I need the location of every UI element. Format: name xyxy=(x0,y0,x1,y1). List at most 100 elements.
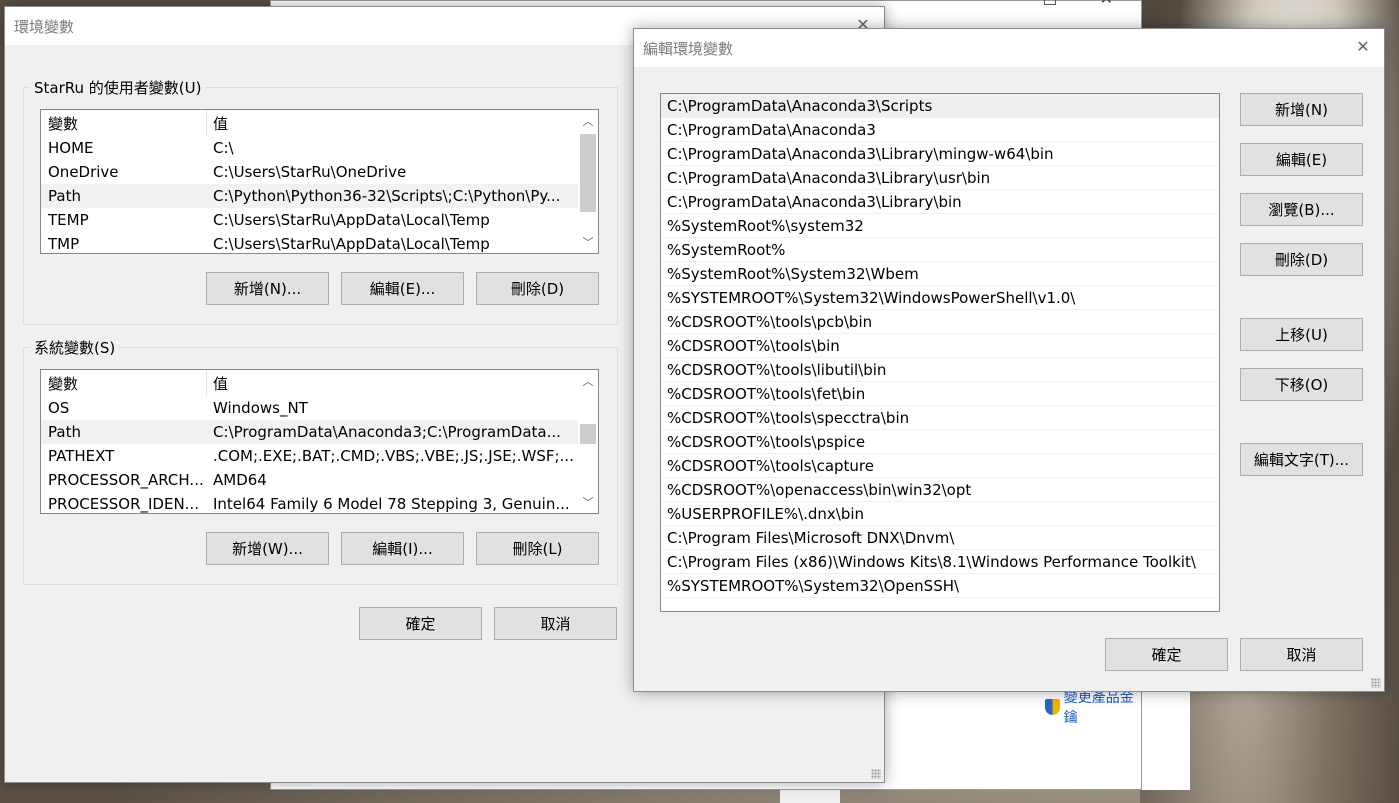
ok-button[interactable]: 確定 xyxy=(1105,638,1228,671)
path-list-item[interactable]: %SystemRoot% xyxy=(661,238,1219,262)
scroll-thumb[interactable] xyxy=(580,134,596,212)
move-down-button[interactable]: 下移(O) xyxy=(1240,368,1363,401)
list-item[interactable]: OS Windows_NT xyxy=(41,396,598,420)
path-list-item[interactable]: %CDSROOT%\tools\pcb\bin xyxy=(661,310,1219,334)
resize-grip-icon[interactable] xyxy=(1371,678,1381,688)
path-list-item[interactable]: C:\ProgramData\Anaconda3\Library\bin xyxy=(661,190,1219,214)
path-list[interactable]: C:\ProgramData\Anaconda3\Scripts C:\Progr… xyxy=(660,93,1220,612)
variable-value: C:\Users\StarRu\AppData\Local\Temp xyxy=(213,211,490,229)
variable-name: OS xyxy=(48,399,70,417)
variable-name: TMP xyxy=(48,235,80,253)
dialog-title-text: 編輯環境變數 xyxy=(643,39,734,58)
variable-value: C:\Python\Python36-32\Scripts\;C:\Python… xyxy=(213,187,561,205)
path-list-item[interactable]: %CDSROOT%\tools\pspice xyxy=(661,430,1219,454)
path-list-item[interactable]: %SystemRoot%\System32\Wbem xyxy=(661,262,1219,286)
path-list-item[interactable]: C:\Program Files (x86)\Windows Kits\8.1\… xyxy=(661,550,1219,574)
list-item[interactable]: Path C:\Python\Python36-32\Scripts\;C:\P… xyxy=(41,184,598,208)
list-item[interactable]: Path C:\ProgramData\Anaconda3;C:\Program… xyxy=(41,420,598,444)
path-list-item[interactable]: %CDSROOT%\tools\fet\bin xyxy=(661,382,1219,406)
variable-name: PROCESSOR_IDEN... xyxy=(48,495,199,513)
variable-value: Windows_NT xyxy=(213,399,308,417)
scroll-thumb[interactable] xyxy=(580,424,596,444)
variable-value: C:\Users\StarRu\AppData\Local\Temp xyxy=(213,235,490,253)
cancel-button[interactable]: 取消 xyxy=(1240,638,1363,671)
variable-name: PATHEXT xyxy=(48,447,115,465)
taskbar-fragment xyxy=(780,790,840,803)
column-header-value[interactable]: 值 xyxy=(207,110,598,136)
path-list-item[interactable]: %CDSROOT%\tools\bin xyxy=(661,334,1219,358)
list-item[interactable]: OneDrive C:\Users\StarRu\OneDrive xyxy=(41,160,598,184)
system-delete-button[interactable]: 刪除(L) xyxy=(476,532,599,565)
path-list-item[interactable]: C:\ProgramData\Anaconda3\Scripts xyxy=(661,94,1219,118)
maximize-icon[interactable] xyxy=(1044,0,1056,5)
path-list-item[interactable]: %CDSROOT%\tools\capture xyxy=(661,454,1219,478)
new-path-button[interactable]: 新增(N) xyxy=(1240,93,1363,126)
list-item[interactable]: PATHEXT .COM;.EXE;.BAT;.CMD;.VBS;.VBE;.J… xyxy=(41,444,598,468)
browse-button[interactable]: 瀏覽(B)... xyxy=(1240,193,1363,226)
move-up-button[interactable]: 上移(U) xyxy=(1240,318,1363,351)
path-list-item[interactable]: %SYSTEMROOT%\System32\OpenSSH\ xyxy=(661,574,1219,598)
change-product-key-link[interactable]: 變更產品金鑰 xyxy=(1045,687,1141,727)
background-window-edge xyxy=(1142,690,1190,790)
close-icon[interactable]: ✕ xyxy=(1100,0,1113,8)
vertical-scrollbar[interactable]: ︿ ﹀ xyxy=(578,110,598,253)
scroll-down-icon[interactable]: ﹀ xyxy=(578,491,598,513)
edit-text-button[interactable]: 編輯文字(T)... xyxy=(1240,443,1363,476)
variable-name: Path xyxy=(48,423,81,441)
ok-button[interactable]: 確定 xyxy=(359,607,482,640)
list-header: 變數 值 xyxy=(41,110,598,136)
list-item[interactable]: PROCESSOR_IDEN... Intel64 Family 6 Model… xyxy=(41,492,598,513)
cancel-button[interactable]: 取消 xyxy=(494,607,617,640)
path-list-item[interactable]: %USERPROFILE%\.dnx\bin xyxy=(661,502,1219,526)
path-list-item[interactable]: C:\ProgramData\Anaconda3\Library\usr\bin xyxy=(661,166,1219,190)
path-list-item[interactable]: C:\ProgramData\Anaconda3\Library\mingw-w… xyxy=(661,142,1219,166)
variable-value: .COM;.EXE;.BAT;.CMD;.VBS;.VBE;.JS;.JSE;.… xyxy=(213,447,574,465)
variable-name: HOME xyxy=(48,139,94,157)
dialog-title-text: 環境變數 xyxy=(14,17,75,36)
variable-value: C:\ xyxy=(213,139,234,157)
column-header-variable[interactable]: 變數 xyxy=(41,370,207,396)
list-header: 變數 值 xyxy=(41,370,598,396)
delete-path-button[interactable]: 刪除(D) xyxy=(1240,243,1363,276)
system-variables-list[interactable]: 變數 值 OS Windows_NT Path C:\ProgramData\A… xyxy=(40,369,599,514)
system-edit-button[interactable]: 編輯(I)... xyxy=(341,532,464,565)
path-list-item[interactable]: %SystemRoot%\system32 xyxy=(661,214,1219,238)
user-variables-list[interactable]: 變數 值 HOME C:\ OneDrive C:\Users\StarRu\O… xyxy=(40,109,599,254)
variable-name: TEMP xyxy=(48,211,89,229)
path-list-item[interactable]: C:\ProgramData\Anaconda3 xyxy=(661,118,1219,142)
user-edit-button[interactable]: 編輯(E)... xyxy=(341,272,464,305)
list-item[interactable]: HOME C:\ xyxy=(41,136,598,160)
vertical-scrollbar[interactable]: ︿ ﹀ xyxy=(578,370,598,513)
shield-icon xyxy=(1045,699,1060,715)
column-header-value[interactable]: 值 xyxy=(207,370,598,396)
list-item[interactable]: TEMP C:\Users\StarRu\AppData\Local\Temp xyxy=(41,208,598,232)
list-item[interactable]: PROCESSOR_ARCH... AMD64 xyxy=(41,468,598,492)
scroll-down-icon[interactable]: ﹀ xyxy=(578,231,598,253)
variable-value: C:\ProgramData\Anaconda3;C:\ProgramData.… xyxy=(213,423,561,441)
scroll-up-icon[interactable]: ︿ xyxy=(578,370,598,392)
path-list-item[interactable]: %CDSROOT%\tools\libutil\bin xyxy=(661,358,1219,382)
user-variables-label: StarRu 的使用者變數(U) xyxy=(30,77,206,98)
list-item[interactable]: TMP C:\Users\StarRu\AppData\Local\Temp xyxy=(41,232,598,253)
column-header-variable[interactable]: 變數 xyxy=(41,110,207,136)
path-list-item[interactable]: C:\Program Files\Microsoft DNX\Dnvm\ xyxy=(661,526,1219,550)
close-icon[interactable]: ✕ xyxy=(1354,38,1372,56)
variable-value: C:\Users\StarRu\OneDrive xyxy=(213,163,407,181)
path-list-item[interactable]: %CDSROOT%\openaccess\bin\win32\opt xyxy=(661,478,1219,502)
path-list-item[interactable]: %CDSROOT%\tools\specctra\bin xyxy=(661,406,1219,430)
scroll-up-icon[interactable]: ︿ xyxy=(578,110,598,132)
variable-value: AMD64 xyxy=(213,471,267,489)
system-variables-label: 系統變數(S) xyxy=(30,337,120,358)
variable-name: Path xyxy=(48,187,81,205)
resize-grip-icon[interactable] xyxy=(871,769,881,779)
edit-path-button[interactable]: 編輯(E) xyxy=(1240,143,1363,176)
variable-name: PROCESSOR_ARCH... xyxy=(48,471,204,489)
dialog-title: 編輯環境變數 xyxy=(634,29,1384,67)
variable-value: Intel64 Family 6 Model 78 Stepping 3, Ge… xyxy=(213,495,570,513)
path-list-item[interactable]: %SYSTEMROOT%\System32\WindowsPowerShell\… xyxy=(661,286,1219,310)
user-new-button[interactable]: 新增(N)... xyxy=(206,272,329,305)
change-product-key-label: 變更產品金鑰 xyxy=(1063,690,1134,726)
edit-environment-variable-dialog: 編輯環境變數 ✕ C:\ProgramData\Anaconda3\Script… xyxy=(633,28,1385,692)
system-new-button[interactable]: 新增(W)... xyxy=(206,532,329,565)
user-delete-button[interactable]: 刪除(D) xyxy=(476,272,599,305)
